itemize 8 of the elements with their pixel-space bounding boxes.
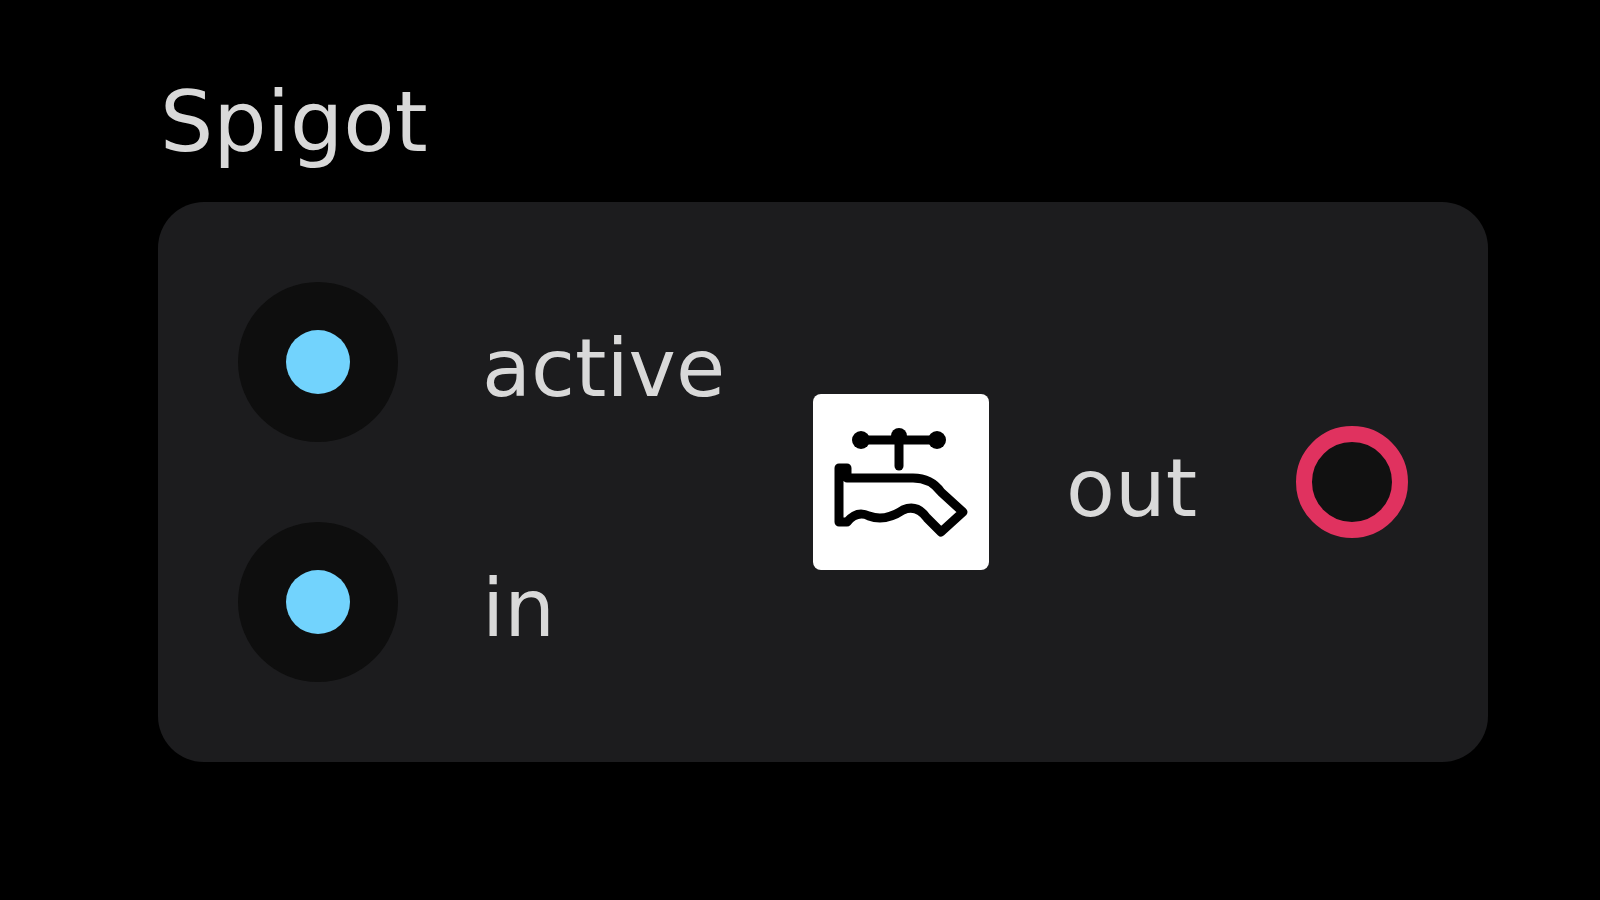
input-port[interactable] bbox=[238, 282, 398, 442]
faucet-icon bbox=[813, 394, 989, 570]
output-label: out bbox=[1066, 441, 1198, 535]
node-title: Spigot bbox=[160, 72, 428, 173]
input-label: active bbox=[482, 321, 726, 415]
output-port[interactable] bbox=[1296, 426, 1408, 538]
input-port[interactable] bbox=[238, 522, 398, 682]
input-label: in bbox=[482, 561, 555, 655]
